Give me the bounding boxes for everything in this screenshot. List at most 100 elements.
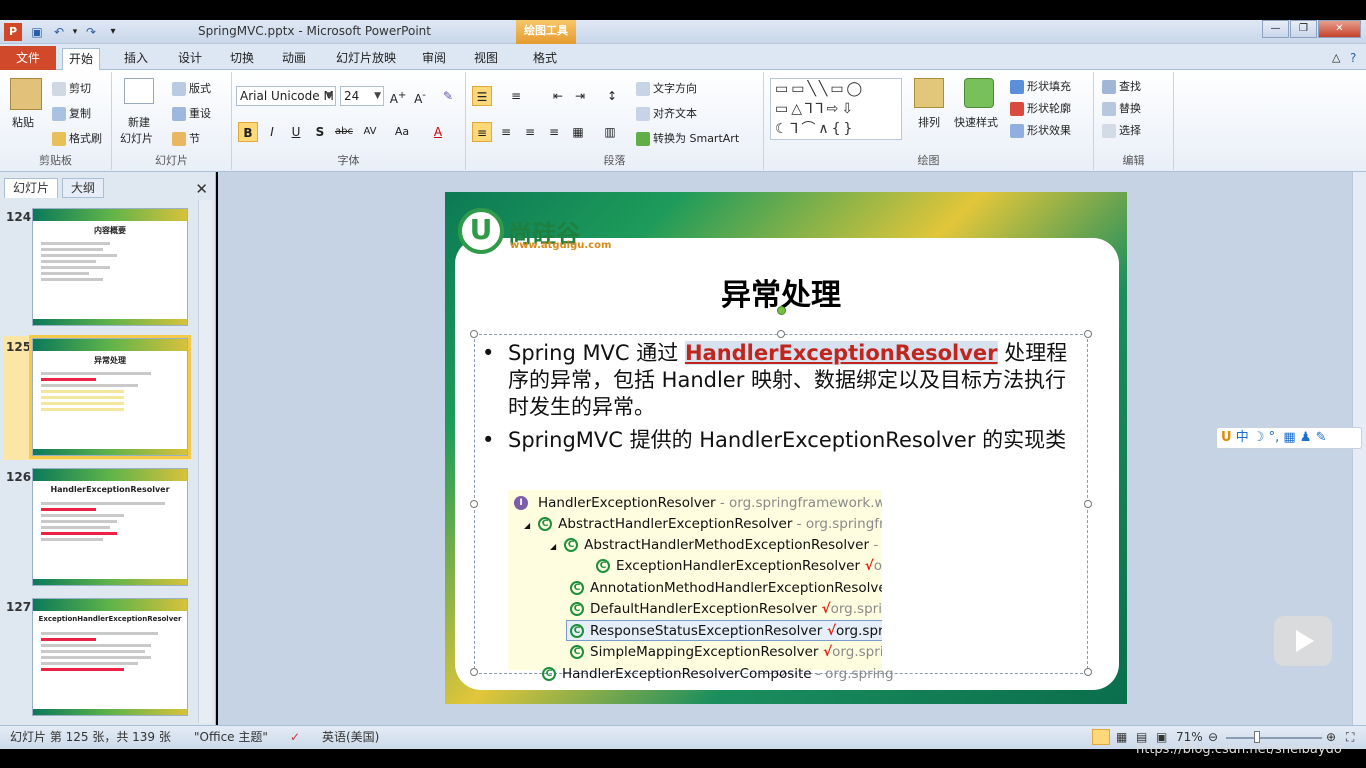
align-left-button[interactable]: ≡: [472, 122, 492, 142]
shapes-gallery[interactable]: ▭▭╲╲▭◯ ▭△⅂⅂⇨⇩ ☾⅂⌒∧{}: [770, 78, 902, 140]
clear-format-icon[interactable]: ✎: [438, 86, 458, 106]
justify-button[interactable]: ≡: [544, 122, 564, 142]
tab-view[interactable]: 视图: [468, 48, 504, 70]
align-right-button[interactable]: ≡: [520, 122, 540, 142]
format-painter-button[interactable]: 格式刷: [52, 130, 102, 146]
pane-tabs: 幻灯片 大纲 ✕: [0, 176, 216, 198]
resize-handle[interactable]: [470, 330, 478, 338]
paste-icon[interactable]: [10, 78, 42, 110]
class-icon: C: [570, 645, 584, 659]
tab-insert[interactable]: 插入: [118, 48, 154, 70]
cut-button[interactable]: 剪切: [52, 80, 91, 96]
video-play-icon[interactable]: [1274, 616, 1332, 666]
thumbnail-number: 127: [6, 600, 32, 614]
decrease-indent-button[interactable]: ⇤: [548, 86, 568, 106]
zoom-slider[interactable]: [1226, 737, 1322, 739]
arrange-button[interactable]: 排列: [918, 114, 940, 130]
redo-icon[interactable]: ↷: [82, 23, 100, 41]
minimize-button[interactable]: —: [1262, 20, 1289, 38]
smartart-icon: [636, 132, 650, 146]
distributed-button[interactable]: ▦: [568, 122, 588, 142]
resize-handle[interactable]: [1084, 668, 1092, 676]
font-name-combo[interactable]: Arial Unicode M ▼: [236, 86, 336, 106]
fit-to-window-icon[interactable]: ⛶: [1346, 726, 1354, 749]
new-slide-label[interactable]: 新建: [128, 114, 150, 130]
underline-button[interactable]: U: [286, 122, 306, 142]
arrange-icon[interactable]: [914, 78, 944, 108]
slide-thumbnail-124[interactable]: 内容概要: [32, 208, 188, 326]
layout-button[interactable]: 版式: [172, 80, 211, 96]
find-button[interactable]: 查找: [1102, 78, 1141, 94]
font-size-combo[interactable]: 24 ▼: [340, 86, 384, 106]
normal-view-icon[interactable]: [1092, 729, 1110, 745]
shape-outline-button[interactable]: 形状轮廓: [1010, 100, 1071, 116]
convert-smartart-button[interactable]: 转换为 SmartArt: [636, 130, 739, 146]
customize-qat-icon[interactable]: ▾: [104, 23, 122, 41]
thumbnail-band: [33, 209, 187, 221]
char-spacing-button[interactable]: AV: [360, 122, 380, 142]
save-icon[interactable]: ▣: [28, 23, 46, 41]
tab-transitions[interactable]: 切换: [224, 48, 260, 70]
font-color-button[interactable]: A: [428, 122, 448, 142]
line-spacing-button[interactable]: ↕: [602, 86, 622, 106]
bullets-button[interactable]: ☰: [472, 86, 492, 106]
align-center-button[interactable]: ≡: [496, 122, 516, 142]
text-direction-button[interactable]: 文字方向: [636, 80, 697, 96]
slide-sorter-icon[interactable]: ▦: [1116, 726, 1127, 749]
close-icon[interactable]: ✕: [195, 180, 208, 198]
resize-handle[interactable]: [470, 500, 478, 508]
columns-button[interactable]: ▥: [600, 122, 620, 142]
tab-format[interactable]: 格式: [527, 48, 563, 70]
change-case-button[interactable]: Aa: [392, 122, 412, 142]
spellcheck-icon[interactable]: ✓: [290, 726, 300, 749]
italic-button[interactable]: I: [262, 122, 282, 142]
rotation-handle[interactable]: [777, 306, 786, 315]
numbering-button[interactable]: ≡: [506, 86, 526, 106]
tab-home[interactable]: 开始: [62, 48, 101, 70]
strikethrough-button[interactable]: abc: [334, 122, 354, 142]
copy-button[interactable]: 复制: [52, 105, 91, 121]
resize-handle[interactable]: [1084, 330, 1092, 338]
reset-button[interactable]: 重设: [172, 105, 211, 121]
new-slide-icon[interactable]: [124, 78, 154, 104]
bullet-2[interactable]: • SpringMVC 提供的 HandlerExceptionResolver…: [482, 427, 1082, 454]
slide-thumbnail-127[interactable]: ExceptionHandlerExceptionResolver: [32, 598, 188, 716]
quick-styles-icon[interactable]: [964, 78, 994, 108]
language-indicator[interactable]: 英语(美国): [322, 726, 379, 749]
paste-button[interactable]: 粘贴: [12, 114, 34, 130]
restore-button[interactable]: ❐: [1290, 20, 1317, 38]
shadow-button[interactable]: S: [310, 122, 330, 142]
slide-thumbnail-125[interactable]: 异常处理: [29, 335, 191, 459]
window-title: SpringMVC.pptx - Microsoft PowerPoint: [198, 24, 431, 38]
select-button[interactable]: 选择: [1102, 122, 1141, 138]
new-slide-label-2[interactable]: 幻灯片: [120, 130, 153, 146]
theme-name[interactable]: "Office 主题": [194, 726, 268, 749]
bullet-1[interactable]: • Spring MVC 通过 HandlerExceptionResolver…: [482, 340, 1082, 421]
bold-button[interactable]: B: [238, 122, 258, 142]
ime-toolbar[interactable]: U 中 ☽ °, ▦ ♟ ✎: [1216, 427, 1362, 449]
tab-outline[interactable]: 大纲: [62, 178, 105, 198]
powerpoint-app-icon[interactable]: P: [4, 23, 22, 41]
slide-thumbnail-126[interactable]: HandlerExceptionResolver: [32, 468, 188, 586]
section-button[interactable]: 节: [172, 130, 200, 146]
help-icon[interactable]: ?: [1344, 48, 1362, 70]
pane-scrollbar[interactable]: [198, 200, 212, 723]
close-button[interactable]: ✕: [1318, 20, 1361, 38]
tab-slideshow[interactable]: 幻灯片放映: [330, 48, 402, 70]
resize-handle[interactable]: [777, 330, 785, 338]
shrink-font-button[interactable]: A-: [410, 86, 430, 106]
grow-font-button[interactable]: A+: [388, 86, 408, 106]
replace-button[interactable]: 替换: [1102, 100, 1141, 116]
increase-indent-button[interactable]: ⇥: [570, 86, 590, 106]
tab-review[interactable]: 审阅: [416, 48, 452, 70]
tab-animations[interactable]: 动画: [276, 48, 312, 70]
tab-design[interactable]: 设计: [172, 48, 208, 70]
align-text-button[interactable]: 对齐文本: [636, 105, 697, 121]
resize-handle[interactable]: [470, 668, 478, 676]
shape-fill-button[interactable]: 形状填充: [1010, 78, 1071, 94]
tab-slides[interactable]: 幻灯片: [4, 178, 59, 198]
resize-handle[interactable]: [1084, 500, 1092, 508]
quick-styles-button[interactable]: 快速样式: [954, 114, 998, 130]
shape-effects-button[interactable]: 形状效果: [1010, 122, 1071, 138]
tab-file[interactable]: 文件: [0, 46, 56, 70]
